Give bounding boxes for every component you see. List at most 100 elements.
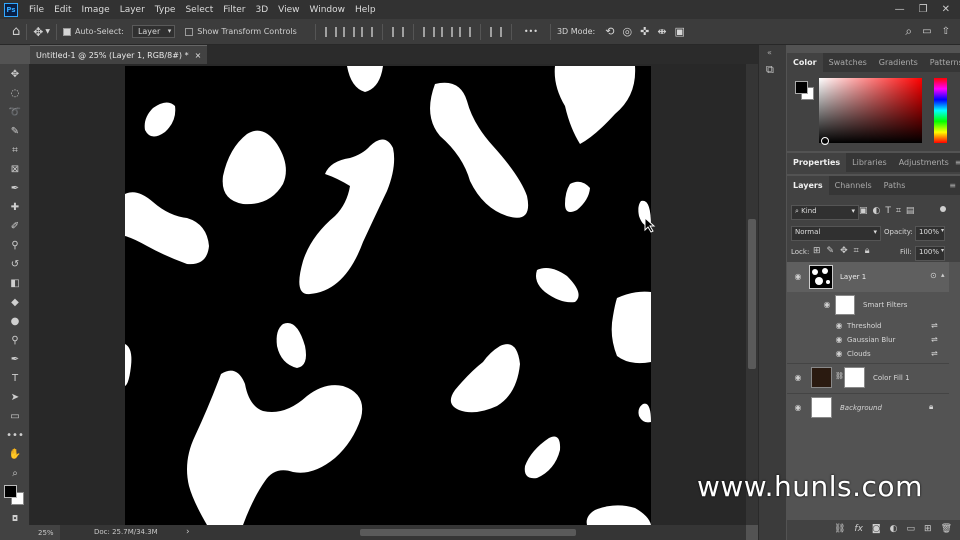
panel-menu-icon[interactable]: ≡ [955,158,960,167]
fill-color-thumbnail[interactable] [811,367,832,388]
tab-channels[interactable]: Channels [829,176,878,195]
menu-filter[interactable]: Filter [218,5,250,15]
scrollbar-thumb[interactable] [360,529,576,536]
chevron-up-icon[interactable]: ▴ [941,271,945,279]
restore-button[interactable]: ❐ [919,4,928,15]
filter-toggle-icon[interactable] [940,206,946,212]
eye-icon[interactable]: ◉ [834,321,844,330]
align-bottom-icon[interactable] [360,26,373,37]
add-mask-icon[interactable]: ◙ [872,524,881,534]
workspace-icon[interactable]: ▭ [922,26,931,37]
3d-pan-icon[interactable]: ✜ [640,25,649,38]
filter-options-icon[interactable]: ⇌ [931,321,938,330]
eye-icon[interactable]: ◉ [793,403,803,412]
tab-layers[interactable]: Layers [787,176,829,195]
crop-tool-icon[interactable]: ⌗ [7,142,23,158]
menu-type[interactable]: Type [150,5,181,15]
menu-edit[interactable]: Edit [49,5,76,15]
move-tool-preset-icon[interactable]: ✥ [33,25,43,39]
frame-tool-icon[interactable]: ⊠ [7,161,23,177]
paint-bucket-tool-icon[interactable]: ◆ [7,294,23,310]
home-icon[interactable]: ⌂ [12,24,20,39]
checkbox-icon[interactable] [185,27,194,36]
eye-icon[interactable]: ◉ [793,373,803,382]
layer-filter-dropdown[interactable]: ⌕ Kind ▾ [791,205,859,220]
align-right-icon[interactable] [458,26,471,37]
brush-tool-icon[interactable]: ✐ [7,218,23,234]
blend-mode-dropdown[interactable]: Normal ▾ [791,226,881,241]
collapse-panels-icon[interactable]: « [767,48,772,57]
filter-options-icon[interactable]: ⇌ [931,335,938,344]
status-menu-arrow[interactable]: › [186,527,190,537]
share-icon[interactable]: ⇧ [942,26,950,37]
tab-color[interactable]: Color [787,53,823,72]
layer-style-icon[interactable]: fx [854,524,863,534]
filter-options-icon[interactable]: ⇌ [931,349,938,358]
healing-brush-tool-icon[interactable]: ✚ [7,199,23,215]
eye-icon[interactable]: ◉ [834,349,844,358]
hand-tool-icon[interactable]: ✋ [7,446,23,462]
pen-tool-icon[interactable]: ✒ [7,351,23,367]
menu-layer[interactable]: Layer [115,5,150,15]
3d-orbit-icon[interactable]: ⟲ [605,25,614,38]
3d-roll-icon[interactable]: ◎ [622,25,632,38]
filter-row-gaussian-blur[interactable]: ◉ Gaussian Blur ⇌ [787,333,949,347]
canvas-workspace[interactable] [30,64,746,525]
tab-libraries[interactable]: Libraries [846,153,893,172]
eyedropper-tool-icon[interactable]: ✒ [7,180,23,196]
menu-view[interactable]: View [273,5,304,15]
vertical-scrollbar[interactable] [746,64,758,525]
close-tab-icon[interactable]: × [195,51,202,60]
more-tools-icon[interactable]: ••• [6,427,24,443]
tab-swatches[interactable]: Swatches [823,53,873,72]
eye-icon[interactable]: ◉ [822,300,832,309]
adjustment-layer-icon[interactable]: ◐ [890,524,898,534]
tab-gradients[interactable]: Gradients [873,53,924,72]
move-tool-icon[interactable]: ✥ [7,66,23,82]
layer-filter-icons[interactable]: ▣◐T⌗▤ [859,206,919,216]
color-field[interactable] [819,78,922,143]
align-vertical-center-icon[interactable] [342,26,355,37]
menu-image[interactable]: Image [77,5,115,15]
foreground-color-swatch[interactable] [795,81,808,94]
align-left-icon[interactable] [422,26,435,37]
dodge-tool-icon[interactable]: ⚲ [7,332,23,348]
chevron-down-icon[interactable]: ▾ [941,247,944,254]
document-canvas[interactable] [125,66,651,525]
distribute-horizontal-icon[interactable] [489,26,502,37]
filter-row-clouds[interactable]: ◉ Clouds ⇌ [787,347,949,361]
rectangle-tool-icon[interactable]: ▭ [7,408,23,424]
history-brush-tool-icon[interactable]: ↺ [7,256,23,272]
path-selection-tool-icon[interactable]: ➤ [7,389,23,405]
scrollbar-thumb[interactable] [748,219,756,369]
chevron-down-icon[interactable]: ▾ [941,227,944,234]
tab-paths[interactable]: Paths [878,176,912,195]
more-options-button[interactable]: ••• [524,27,538,36]
delete-layer-icon[interactable]: 🗑︎ [941,524,952,534]
foreground-color-swatch[interactable] [4,485,17,498]
eraser-tool-icon[interactable]: ◧ [7,275,23,291]
new-layer-icon[interactable]: ⊞ [924,524,932,534]
link-icon[interactable]: ⛓ [835,372,844,380]
panel-menu-icon[interactable]: ≡ [949,181,960,190]
3d-slide-icon[interactable]: ⇼ [657,25,666,38]
hue-slider[interactable] [934,78,947,143]
close-window-button[interactable]: ✕ [942,4,950,15]
type-tool-icon[interactable]: T [7,370,23,386]
auto-select-dropdown[interactable]: Layer ▾ [131,25,176,38]
align-top-icon[interactable] [324,26,337,37]
history-panel-icon[interactable]: ⧉ [766,63,774,77]
search-icon[interactable]: ⌕ [905,24,912,39]
minimize-button[interactable]: — [895,4,905,15]
tab-patterns[interactable]: Patterns [924,53,960,72]
marquee-tool-icon[interactable]: ◌ [7,85,23,101]
layer-row-smart-filters[interactable]: ◉ Smart Filters [787,292,949,318]
group-icon[interactable]: ▭ [907,524,916,534]
layer-row-color-fill-1[interactable]: ◉ ⛓ Color Fill 1 [787,363,949,392]
link-layers-icon[interactable]: ⛓ [834,524,845,534]
menu-select[interactable]: Select [180,5,218,15]
document-tab[interactable]: Untitled-1 @ 25% (Layer 1, RGB/8#) * × [30,45,208,64]
tab-adjustments[interactable]: Adjustments [893,153,955,172]
menu-file[interactable]: File [24,5,49,15]
quick-selection-tool-icon[interactable]: ✎ [7,123,23,139]
